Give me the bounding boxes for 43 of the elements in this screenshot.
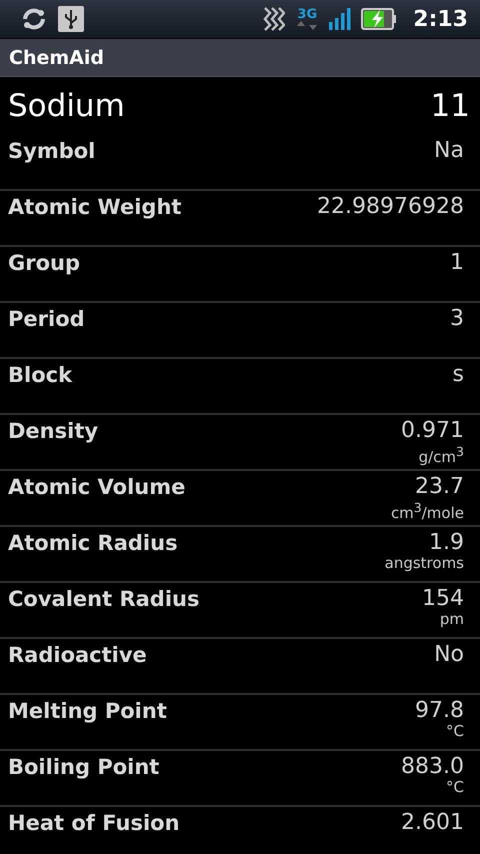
- property-value: 3: [450, 306, 464, 331]
- property-label: Heat of Fusion: [8, 811, 180, 837]
- property-label: Block: [8, 363, 72, 389]
- element-name: Sodium: [8, 88, 125, 124]
- property-label: Melting Point: [8, 699, 167, 725]
- clock: 2:13: [413, 6, 468, 32]
- property-value: 2.601: [401, 810, 464, 835]
- usb-icon: [58, 6, 84, 32]
- property-value: 154: [422, 586, 464, 611]
- property-value: 883.0: [401, 754, 464, 779]
- property-value: 0.971: [401, 418, 464, 443]
- property-label: Group: [8, 251, 80, 277]
- property-value: s: [452, 362, 464, 387]
- property-label: Radioactive: [8, 643, 147, 669]
- property-value: 97.8: [415, 698, 464, 723]
- property-value: 23.7: [415, 474, 464, 499]
- sync-icon: [20, 6, 48, 32]
- property-label: Symbol: [8, 139, 96, 165]
- battery-charging-icon: [361, 8, 398, 30]
- property-unit: °C: [446, 779, 464, 796]
- property-value: 22.98976928: [317, 194, 464, 219]
- data-arrows-icon: [295, 21, 320, 30]
- property-label: Atomic Volume: [8, 475, 186, 501]
- property-unit: angstroms: [384, 555, 464, 572]
- property-label: Period: [8, 307, 85, 333]
- property-value: 1.9: [429, 530, 464, 555]
- property-value: 1: [450, 250, 464, 275]
- property-label: Atomic Radius: [8, 531, 178, 557]
- property-value: Na: [434, 138, 464, 163]
- vibrate-icon: [263, 6, 286, 32]
- signal-icon: [329, 8, 352, 30]
- property-unit: °C: [446, 723, 464, 740]
- property-unit: pm: [440, 611, 464, 628]
- property-unit: cm$^{3}$/mole: [390, 499, 464, 522]
- property-label: Covalent Radius: [8, 587, 200, 613]
- network-type: 3G: [297, 8, 318, 21]
- property-label: Density: [8, 419, 98, 445]
- app-title: ChemAid: [9, 46, 104, 68]
- atomic-number: 11: [430, 88, 470, 124]
- property-value: No: [434, 642, 464, 667]
- property-label: Boiling Point: [8, 755, 160, 781]
- property-unit: g/cm$^{3}$: [418, 443, 464, 466]
- property-label: Atomic Weight: [8, 195, 182, 221]
